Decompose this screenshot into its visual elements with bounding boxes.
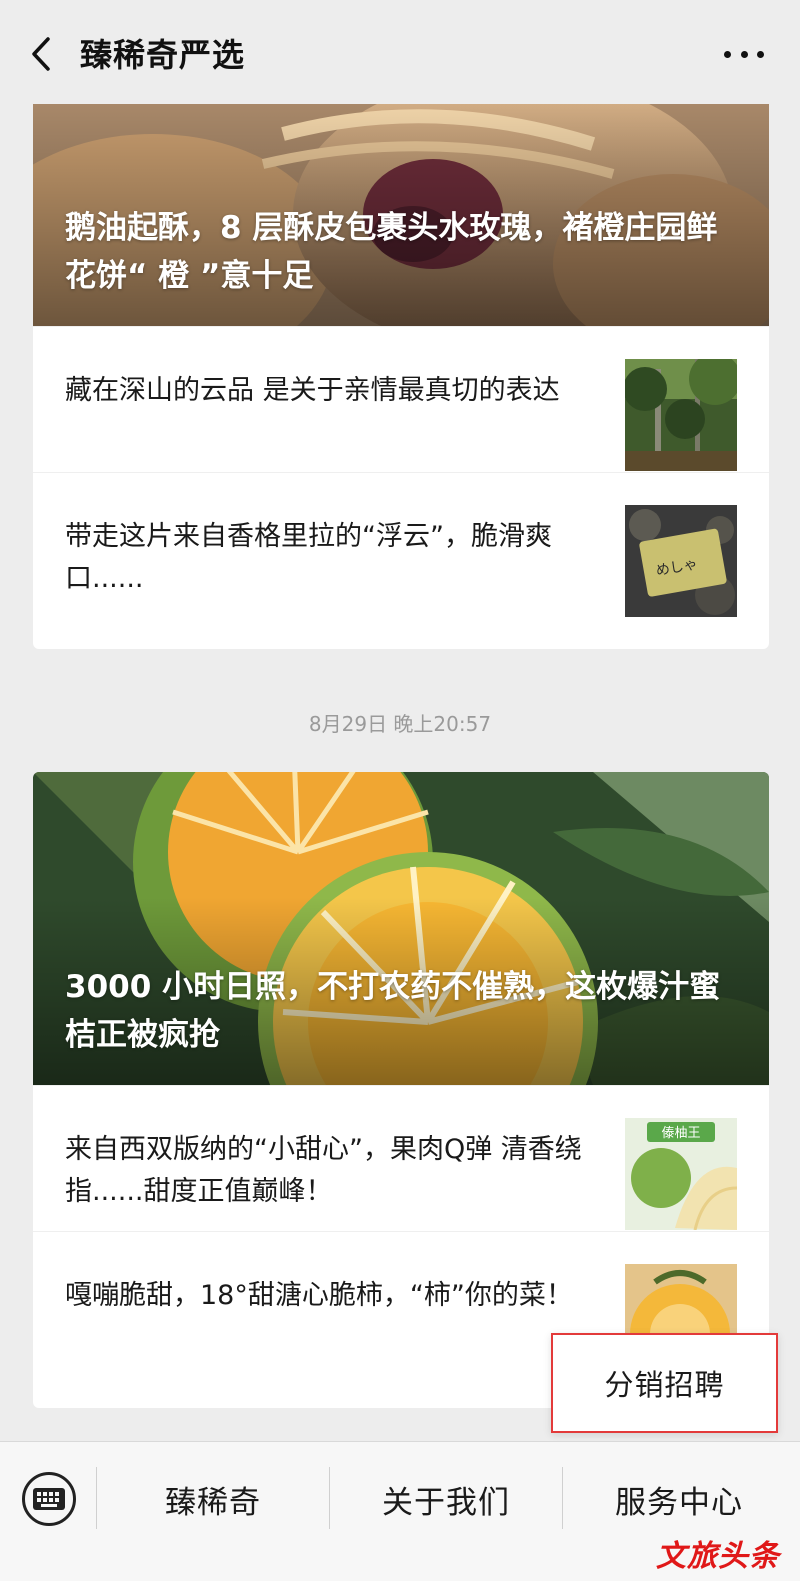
article-card: 3000 小时日照，不打农药不催熟，这枚爆汁蜜桔正被疯抢 来自西双版纳的“小甜心… (33, 772, 769, 1408)
hero-title: 3000 小时日照，不打农药不催熟，这枚爆汁蜜桔正被疯抢 (65, 969, 721, 1053)
page-title: 臻稀奇严选 (80, 36, 246, 74)
hero-article[interactable]: 鹅油起酥，8 层酥皮包裹头水玫瑰，褚橙庄园鲜花饼“ 橙 ”意十足 (33, 104, 769, 326)
article-list-item[interactable]: 藏在深山的云品 是关于亲情最真切的表达 (33, 326, 769, 472)
back-button[interactable] (26, 34, 56, 74)
article-title: 嘎嘣脆甜，18°甜溏心脆柿，“柿”你的菜！ (65, 1280, 573, 1311)
article-list-item[interactable]: 带走这片来自香格里拉的“浮云”，脆滑爽口...... めしゃ (33, 472, 769, 618)
keyboard-icon (33, 1488, 65, 1510)
watermark-logo: 文旅头条 (656, 1539, 780, 1574)
article-card: 鹅油起酥，8 层酥皮包裹头水玫瑰，褚橙庄园鲜花饼“ 橙 ”意十足 藏在深山的云品… (33, 104, 769, 649)
pomelo-thumbnail: 傣柚王 (625, 1118, 737, 1230)
submenu-popup: 分销招聘 (551, 1333, 778, 1433)
keyboard-toggle-button[interactable] (22, 1472, 76, 1526)
forest-thumbnail (625, 359, 737, 471)
article-title: 藏在深山的云品 是关于亲情最真切的表达 (65, 375, 560, 406)
article-title: 带走这片来自香格里拉的“浮云”，脆滑爽口...... (65, 521, 552, 594)
submenu-item-distribution-recruit[interactable]: 分销招聘 (604, 1362, 724, 1404)
thumb-label: 傣柚王 (661, 1126, 700, 1141)
mushroom-thumbnail: めしゃ (625, 505, 737, 617)
more-options-button[interactable] (724, 44, 764, 64)
chevron-left-icon (32, 37, 50, 71)
hero-article[interactable]: 3000 小时日照，不打农药不催熟，这枚爆汁蜜桔正被疯抢 (33, 772, 769, 1085)
message-timestamp: 8月29日 晚上20:57 (308, 712, 492, 736)
hero-title: 鹅油起酥，8 层酥皮包裹头水玫瑰，褚橙庄园鲜花饼“ 橙 ”意十足 (65, 210, 718, 294)
menu-item-about-us[interactable]: 关于我们 (330, 1470, 562, 1528)
article-title: 来自西双版纳的“小甜心”，果肉Q弹 清香绕指......甜度正值巅峰！ (65, 1134, 582, 1207)
more-dots-icon (724, 50, 731, 58)
article-list-item[interactable]: 来自西双版纳的“小甜心”，果肉Q弹 清香绕指......甜度正值巅峰！ 傣柚王 (33, 1085, 769, 1231)
menu-item-service-center[interactable]: 服务中心 (563, 1470, 795, 1528)
menu-item-zhenxiqi[interactable]: 臻稀奇 (97, 1470, 329, 1528)
bottom-menu-bar: 臻稀奇 关于我们 服务中心 文旅头条 (0, 1441, 800, 1581)
top-bar: 臻稀奇严选 (0, 0, 800, 104)
